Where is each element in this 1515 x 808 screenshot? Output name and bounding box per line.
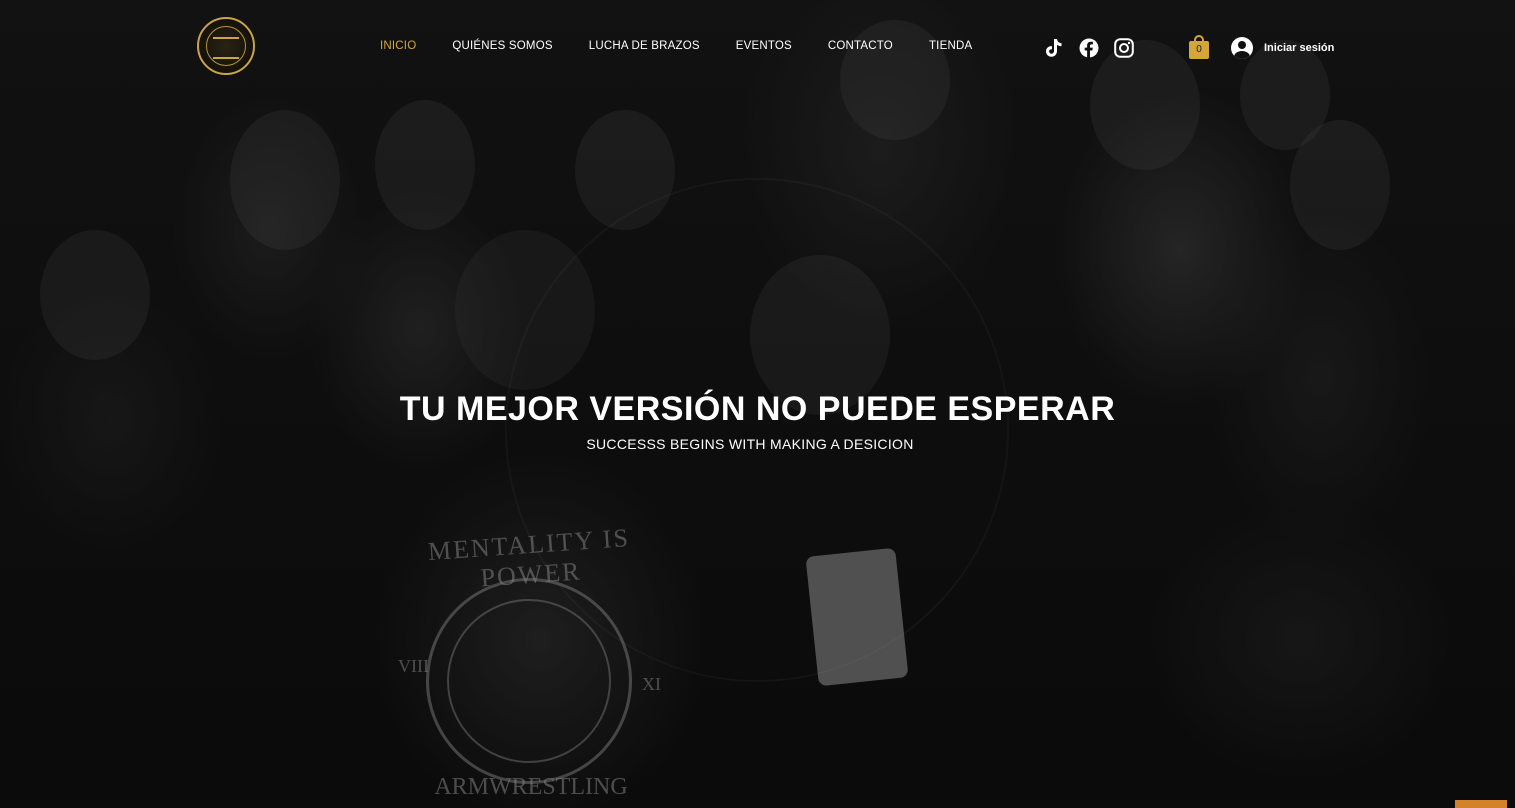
home-page: MENTALITY IS POWER VIII XI ARMWRESTLING … <box>0 0 1515 808</box>
main-nav: INICIO QUIÉNES SOMOS LUCHA DE BRAZOS EVE… <box>380 40 972 52</box>
user-avatar-icon <box>1231 37 1253 59</box>
instagram-icon[interactable] <box>1113 37 1135 59</box>
login-label: Iniciar sesión <box>1264 42 1335 54</box>
tiktok-icon[interactable] <box>1043 37 1065 59</box>
cart-count: 0 <box>1196 44 1202 55</box>
facebook-icon[interactable] <box>1078 37 1100 59</box>
logo-emblem-icon <box>213 37 239 59</box>
nav-item-quienes-somos[interactable]: QUIÉNES SOMOS <box>452 40 552 52</box>
site-header: INICIO QUIÉNES SOMOS LUCHA DE BRAZOS EVE… <box>0 0 1515 96</box>
logo[interactable] <box>197 17 255 75</box>
hero-title: TU MEJOR VERSIÓN NO PUEDE ESPERAR <box>399 390 1116 428</box>
corner-widget-tab[interactable] <box>1455 800 1507 808</box>
login-button[interactable]: Iniciar sesión <box>1231 37 1334 59</box>
hero-subtitle: SUCCESSS BEGINS WITH MAKING A DESICION <box>586 436 914 452</box>
social-links <box>1043 37 1135 59</box>
nav-item-eventos[interactable]: EVENTOS <box>736 40 792 52</box>
cart-button[interactable]: 0 <box>1189 35 1211 61</box>
nav-item-contacto[interactable]: CONTACTO <box>828 40 893 52</box>
nav-item-lucha-de-brazos[interactable]: LUCHA DE BRAZOS <box>589 40 700 52</box>
nav-item-tienda[interactable]: TIENDA <box>929 40 972 52</box>
nav-item-inicio[interactable]: INICIO <box>380 40 416 52</box>
